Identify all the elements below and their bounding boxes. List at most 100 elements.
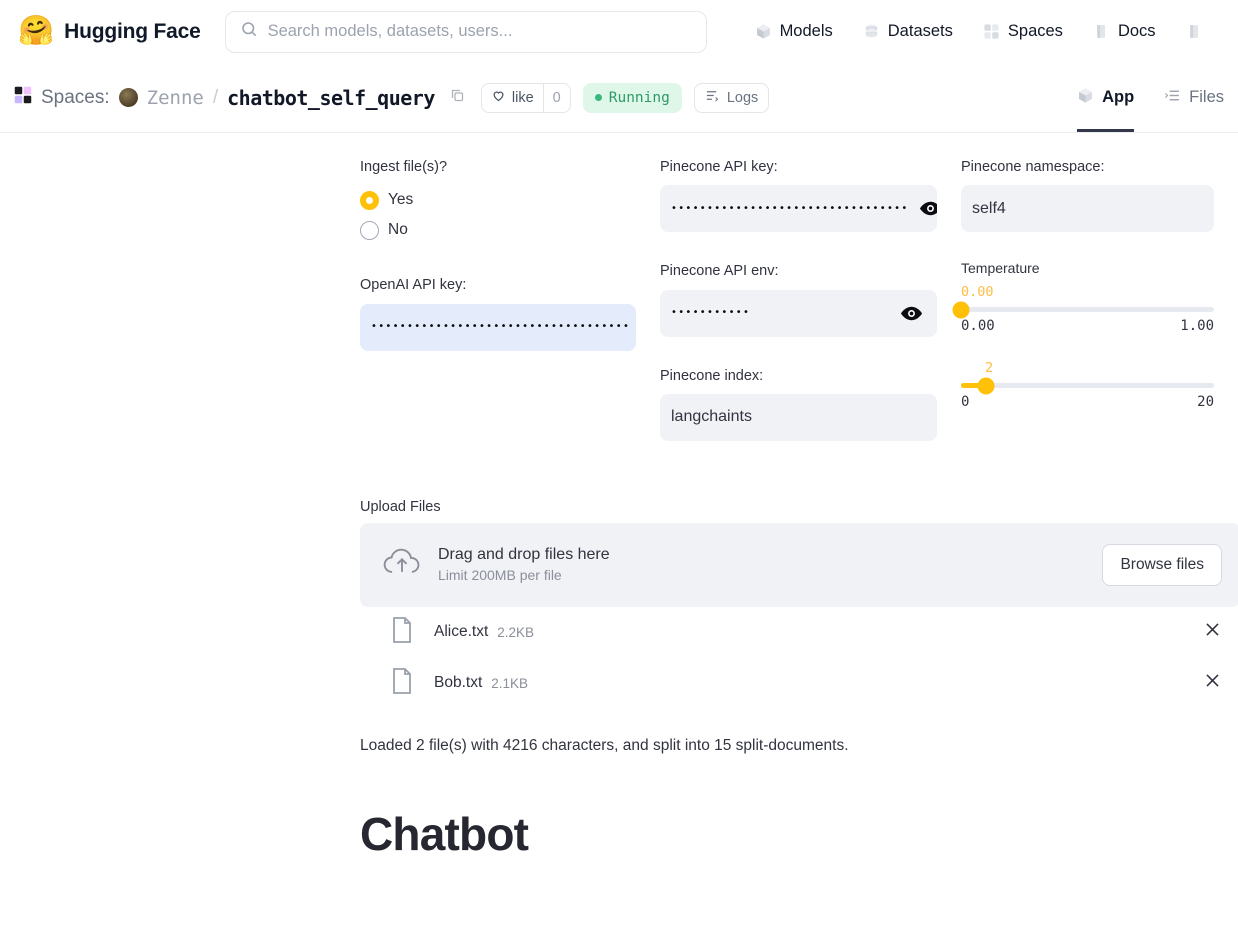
radio-option-no[interactable]: No — [360, 215, 636, 245]
cube-icon — [1077, 87, 1094, 109]
second-slider-range: 0 20 — [961, 394, 1214, 410]
file-icon — [390, 616, 416, 649]
form-columns: Ingest file(s)? Yes No OpenAI API key: •… — [12, 157, 1226, 441]
close-icon[interactable] — [1203, 671, 1222, 695]
like-button[interactable]: like 0 — [481, 83, 571, 113]
logs-button[interactable]: Logs — [694, 83, 769, 113]
ingest-files-label: Ingest file(s)? — [360, 157, 636, 177]
book-icon — [1186, 23, 1203, 40]
database-icon — [863, 23, 880, 40]
grid-icon — [983, 23, 1000, 40]
pinecone-namespace-label: Pinecone namespace: — [961, 157, 1214, 177]
upload-files-label: Upload Files — [360, 499, 1238, 515]
chatbot-heading: Chatbot — [360, 807, 1226, 861]
search-input[interactable]: Search models, datasets, users... — [225, 11, 707, 53]
file-name: Alice.txt — [434, 623, 488, 641]
file-icon — [390, 667, 416, 700]
pinecone-key-input[interactable]: ••••••••••••••••••••••••••••••••• — [660, 185, 937, 232]
nav-item-models-label: Models — [780, 22, 833, 41]
status-text: Loaded 2 file(s) with 4216 characters, a… — [360, 737, 1226, 755]
dropzone[interactable]: Drag and drop files here Limit 200MB per… — [360, 523, 1238, 607]
openai-key-value: •••••••••••••••••••••••••••••••••••• — [371, 322, 630, 332]
second-slider-current-value: 2 — [985, 360, 1214, 376]
temperature-slider[interactable]: 0.00 0.00 1.00 — [961, 282, 1214, 334]
radio-option-yes[interactable]: Yes — [360, 185, 636, 215]
column-left: Ingest file(s)? Yes No OpenAI API key: •… — [348, 157, 648, 441]
temperature-label: Temperature — [961, 260, 1214, 276]
second-slider[interactable]: 2 0 20 — [961, 358, 1214, 410]
close-icon[interactable] — [1203, 620, 1222, 644]
nav-item-docs-label: Docs — [1118, 22, 1156, 41]
dropzone-title: Drag and drop files here — [438, 546, 610, 564]
list-item: Bob.txt 2.1KB — [360, 658, 1238, 709]
breadcrumb-separator: / — [213, 87, 218, 109]
pinecone-namespace-value: self4 — [972, 200, 1006, 218]
book-icon — [1093, 23, 1110, 40]
pinecone-env-input[interactable]: ••••••••••• — [660, 290, 937, 337]
column-right: Pinecone namespace: self4 Temperature 0.… — [949, 157, 1226, 441]
pinecone-key-value: ••••••••••••••••••••••••••••••••• — [671, 204, 909, 214]
file-size: 2.1KB — [491, 676, 528, 691]
temperature-min-label: 0.00 — [961, 318, 995, 334]
cloud-upload-icon — [380, 544, 424, 585]
second-slider-min-label: 0 — [961, 394, 969, 410]
pinecone-namespace-input[interactable]: self4 — [961, 185, 1214, 232]
openai-key-input[interactable]: •••••••••••••••••••••••••••••••••••• — [360, 304, 636, 351]
tab-app-label: App — [1102, 88, 1134, 107]
radio-yes-icon[interactable] — [360, 191, 379, 210]
tab-files-label: Files — [1189, 88, 1224, 107]
nav-item-overflow[interactable] — [1186, 23, 1203, 40]
hugging-face-emoji-icon: 🤗 — [18, 17, 54, 46]
list-item: Alice.txt 2.2KB — [360, 607, 1238, 658]
pinecone-index-input[interactable]: langchaints — [660, 394, 937, 441]
like-segment[interactable]: like — [482, 84, 543, 112]
radio-no-icon[interactable] — [360, 221, 379, 240]
file-size: 2.2KB — [497, 625, 534, 640]
file-name: Bob.txt — [434, 674, 482, 692]
nav-item-models[interactable]: Models — [755, 22, 833, 41]
hf-nav: Models Datasets Spaces Docs — [755, 22, 1203, 41]
nav-item-spaces[interactable]: Spaces — [983, 22, 1063, 41]
temperature-max-label: 1.00 — [1180, 318, 1214, 334]
dropzone-limit: Limit 200MB per file — [438, 567, 610, 583]
radio-yes-label: Yes — [388, 191, 413, 209]
pinecone-index-label: Pinecone index: — [660, 366, 937, 386]
pinecone-env-value: ••••••••••• — [671, 308, 750, 318]
copy-icon[interactable] — [450, 88, 465, 108]
pinecone-key-eye-icon[interactable] — [919, 185, 937, 232]
search-placeholder: Search models, datasets, users... — [268, 22, 513, 41]
nav-item-spaces-label: Spaces — [1008, 22, 1063, 41]
space-owner-link[interactable]: Zenne — [147, 87, 204, 109]
heart-icon — [491, 88, 506, 107]
avatar — [119, 88, 138, 107]
hf-top-navbar: 🤗 Hugging Face Search models, datasets, … — [0, 0, 1238, 63]
pinecone-key-label: Pinecone API key: — [660, 157, 937, 177]
streamlit-app-body: Ingest file(s)? Yes No OpenAI API key: •… — [0, 133, 1238, 935]
second-slider-thumb[interactable] — [978, 377, 995, 394]
openai-key-label: OpenAI API key: — [360, 275, 636, 295]
temperature-slider-thumb[interactable] — [953, 301, 970, 318]
files-icon — [1164, 87, 1181, 109]
pinecone-env-eye-icon[interactable] — [885, 290, 937, 337]
pinecone-env-label: Pinecone API env: — [660, 261, 937, 281]
nav-item-datasets-label: Datasets — [888, 22, 953, 41]
cube-icon — [755, 23, 772, 40]
hf-logo-link[interactable]: 🤗 Hugging Face — [14, 17, 201, 46]
nav-item-datasets[interactable]: Datasets — [863, 22, 953, 41]
space-header: Spaces: Zenne / chatbot_self_query like … — [0, 63, 1238, 133]
search-icon — [240, 20, 258, 43]
tab-files[interactable]: Files — [1164, 63, 1224, 132]
page-title: chatbot_self_query — [227, 86, 435, 110]
space-tabs: App Files — [1077, 63, 1224, 132]
tab-app[interactable]: App — [1077, 63, 1134, 132]
column-middle: Pinecone API key: ••••••••••••••••••••••… — [648, 157, 949, 441]
spaces-grid-icon — [14, 86, 32, 109]
nav-item-docs[interactable]: Docs — [1093, 22, 1156, 41]
browse-files-button[interactable]: Browse files — [1102, 544, 1222, 586]
logs-label: Logs — [727, 90, 758, 106]
temperature-slider-track[interactable] — [961, 307, 1214, 312]
radio-no-label: No — [388, 221, 408, 239]
file-uploader: Upload Files Drag and drop files here Li… — [360, 499, 1238, 709]
second-slider-track[interactable] — [961, 383, 1214, 388]
spaces-breadcrumb-label: Spaces: — [41, 87, 110, 109]
